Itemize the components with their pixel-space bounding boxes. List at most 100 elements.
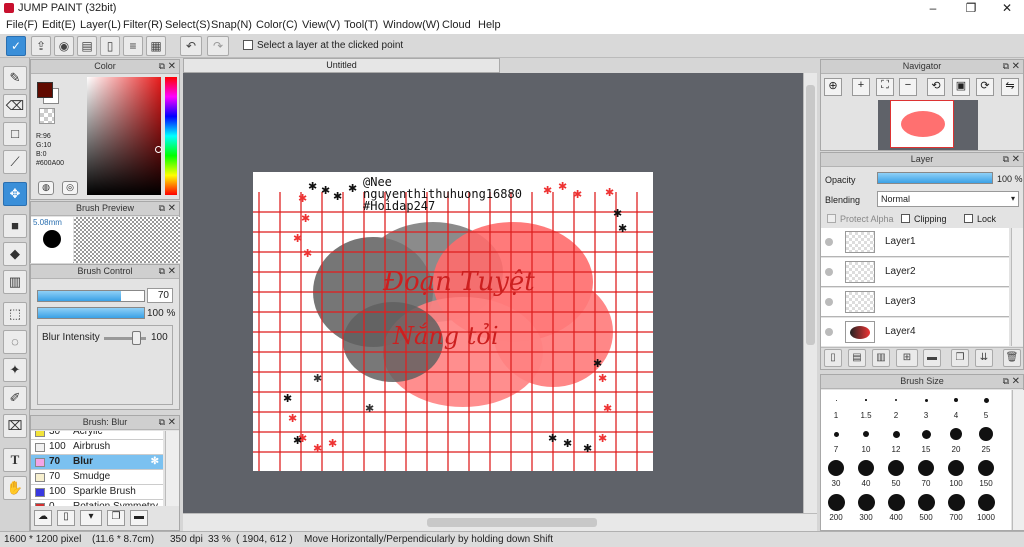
brush-size-dot[interactable] (863, 431, 869, 437)
merge-layer-icon[interactable]: ⇊ (975, 349, 993, 367)
brush-size-dot[interactable] (917, 493, 935, 511)
move-tool-icon[interactable]: ✥ (3, 182, 27, 206)
new-layer-icon[interactable]: ▯ (824, 349, 842, 367)
undock-icon[interactable]: ⧉ (1003, 60, 1009, 73)
rotate-right-icon[interactable]: ⟳ (976, 78, 994, 96)
select-layer-checkbox[interactable] (243, 40, 253, 50)
page-icon[interactable]: ▯ (100, 36, 120, 56)
vertical-scroll-thumb[interactable] (806, 85, 815, 345)
restore-button[interactable]: ❐ (956, 0, 986, 17)
brush-size-dot[interactable] (827, 493, 845, 511)
magic-wand-icon[interactable]: ✦ (3, 358, 27, 382)
visibility-icon[interactable] (825, 238, 833, 246)
lock-checkbox[interactable] (964, 214, 973, 223)
brush-size-slider[interactable] (37, 290, 145, 302)
brush-size-dot[interactable] (895, 399, 897, 401)
share-icon[interactable]: ⇪ (31, 36, 51, 56)
brush-size-dot[interactable] (835, 399, 837, 401)
eyedropper-icon[interactable]: ◎ (62, 181, 78, 195)
hand-tool-icon[interactable]: ✋ (3, 476, 27, 500)
brush-settings-icon[interactable]: ✻ (151, 455, 159, 469)
brush-size-value[interactable]: 70 (147, 288, 173, 303)
gradient-tool-icon[interactable]: ▥ (3, 270, 27, 294)
brush-size-dot[interactable] (858, 460, 874, 476)
menu-color[interactable]: Color(C) (256, 19, 298, 31)
document-tab[interactable]: Untitled (183, 58, 500, 73)
new-brush-icon[interactable]: ▯ (57, 510, 75, 526)
list-icon[interactable]: ≡ (123, 36, 143, 56)
delete-layer-icon[interactable]: 🗑 (1003, 349, 1021, 367)
brush-size-dot[interactable] (950, 428, 962, 440)
close-icon[interactable]: ✕ (1012, 375, 1020, 388)
navigator-thumbnail[interactable] (878, 100, 978, 150)
brush-size-dot[interactable] (833, 431, 839, 437)
visibility-icon[interactable] (825, 328, 833, 336)
main-color-swatch[interactable] (37, 82, 53, 98)
duplicate-layer-icon[interactable]: ❐ (951, 349, 969, 367)
close-button[interactable]: ✕ (992, 0, 1022, 17)
brush-size-dot[interactable] (921, 429, 931, 439)
brush-list-scrollbar[interactable] (165, 431, 179, 506)
close-icon[interactable]: ✕ (168, 60, 176, 73)
brush-list-item[interactable]: 100 Airbrush (31, 440, 163, 455)
brush-size-dot[interactable] (918, 460, 934, 476)
undock-icon[interactable]: ⧉ (1003, 375, 1009, 388)
brush-size-dot[interactable] (924, 398, 928, 402)
new-raster-layer-icon[interactable]: ▤ (848, 349, 866, 367)
picker-cursor[interactable] (155, 146, 162, 153)
close-icon[interactable]: ✕ (1012, 60, 1020, 73)
new-text-layer-icon[interactable]: ▥ (872, 349, 890, 367)
canvas-vertical-scrollbar[interactable] (803, 73, 817, 513)
undock-icon[interactable]: ⧉ (159, 60, 165, 73)
redo-icon[interactable]: ↷ (207, 36, 229, 56)
brush-size-dot[interactable] (887, 493, 905, 511)
menu-filter[interactable]: Filter(R) (123, 19, 163, 31)
undock-icon[interactable]: ⧉ (1003, 153, 1009, 166)
flip-icon[interactable]: ⇋ (1001, 78, 1019, 96)
layer-folder-icon[interactable]: ▬ (923, 349, 941, 367)
close-icon[interactable]: ✕ (1012, 153, 1020, 166)
lasso-select-icon[interactable]: ◌ (3, 330, 27, 354)
fill-rect-tool-icon[interactable]: ■ (3, 214, 27, 238)
brush-cloud-icon[interactable]: ☁ (34, 510, 52, 526)
brush-size-dot[interactable] (948, 460, 964, 476)
canvas-horizontal-scrollbar[interactable] (183, 513, 817, 531)
layer-row[interactable]: Layer2 (821, 258, 1009, 287)
saturation-value-picker[interactable] (87, 77, 161, 195)
shape-tool-icon[interactable]: □ (3, 122, 27, 146)
layer-row[interactable]: Layer4 (821, 318, 1009, 346)
text-tool-icon[interactable]: T (3, 448, 27, 472)
brush-size-dot[interactable] (888, 460, 904, 476)
add-layer-menu-icon[interactable]: ⊞ (896, 349, 918, 367)
layer-row[interactable]: Layer3 (821, 288, 1009, 317)
brush-size-dot[interactable] (828, 460, 844, 476)
menu-edit[interactable]: Edit(E) (42, 19, 76, 31)
undock-icon[interactable]: ⧉ (159, 416, 165, 429)
brush-size-scrollbar[interactable] (1012, 390, 1024, 530)
brush-size-dot[interactable] (892, 430, 900, 438)
layer-opacity-slider[interactable] (877, 172, 993, 184)
close-icon[interactable]: ✕ (168, 416, 176, 429)
undock-icon[interactable]: ⧉ (159, 265, 165, 278)
palette-icon[interactable]: ◍ (38, 181, 54, 195)
drawing-canvas[interactable]: ✱ ✱ ✱✱✱✱ ✱✱ ✱✱✱✱✱✱✱✱✱✱ ✱✱ ✱ ✱ ✱✱✱✱✱✱✱ @Nee nguye… (253, 172, 653, 471)
protect-alpha-checkbox[interactable] (827, 214, 836, 223)
brush-list-item[interactable]: 30 Acrylic (31, 431, 163, 440)
menu-help[interactable]: Help (478, 19, 501, 31)
zoom-fit-icon[interactable]: ⊕ (824, 78, 842, 96)
undock-icon[interactable]: ⧉ (159, 202, 165, 215)
brush-size-dot[interactable] (857, 493, 875, 511)
bucket-tool-icon[interactable]: ◆ (3, 242, 27, 266)
select-eraser-icon[interactable]: ⌧ (3, 414, 27, 438)
close-icon[interactable]: ✕ (168, 202, 176, 215)
transparent-swatch[interactable] (39, 108, 55, 124)
brush-size-dot[interactable] (979, 427, 993, 441)
brush-size-dot[interactable] (954, 398, 958, 402)
menu-tool[interactable]: Tool(T) (344, 19, 378, 31)
brush-list-item[interactable]: 0 Rotation Symmetry Pen (31, 500, 163, 506)
brush-size-dot[interactable] (983, 397, 989, 403)
visibility-icon[interactable] (825, 298, 833, 306)
zoom-out-icon[interactable]: − (899, 78, 917, 96)
menu-file[interactable]: File(F) (6, 19, 38, 31)
comment-icon[interactable]: ◉ (54, 36, 74, 56)
